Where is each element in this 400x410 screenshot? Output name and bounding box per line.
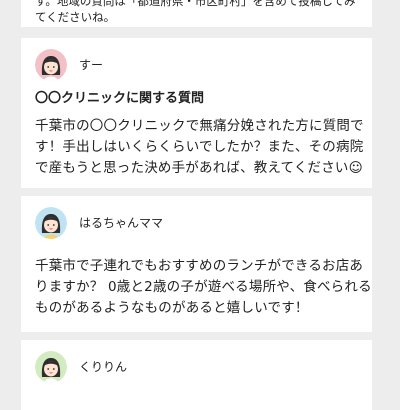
username[interactable]: はるちゃんママ <box>79 216 163 230</box>
post-title[interactable]: 〇〇クリニックに関する質問 <box>35 90 204 108</box>
notice-card: す。地域の質問は「都道府県・市区町村」を含めて投稿してみてくださいね。 <box>21 0 372 27</box>
username[interactable]: くりりん <box>79 360 127 374</box>
avatar[interactable] <box>35 207 67 239</box>
post-body: 千葉市の〇〇クリニックで無痛分娩された方に質問です！手出しはいくらくらいでしたか… <box>35 118 364 176</box>
post-card[interactable]: はるちゃんママ 千葉市で子連れでもおすすめのランチができるお店ありますか？ 0歳… <box>21 196 372 332</box>
post-card[interactable]: すー 〇〇クリニックに関する質問 千葉市の〇〇クリニックで無痛分娩された方に質問… <box>21 38 372 188</box>
woman-avatar-icon <box>35 351 67 383</box>
avatar[interactable] <box>35 49 67 81</box>
notice-text: す。地域の質問は「都道府県・市区町村」を含めて投稿してみてくださいね。 <box>35 0 356 24</box>
username[interactable]: すー <box>79 58 103 72</box>
woman-avatar-icon <box>35 207 67 239</box>
post-body: 千葉市で子連れでもおすすめのランチができるお店ありますか？ 0歳と2歳の子が遊べ… <box>35 258 372 316</box>
avatar[interactable] <box>35 351 67 383</box>
woman-avatar-icon <box>35 49 67 81</box>
